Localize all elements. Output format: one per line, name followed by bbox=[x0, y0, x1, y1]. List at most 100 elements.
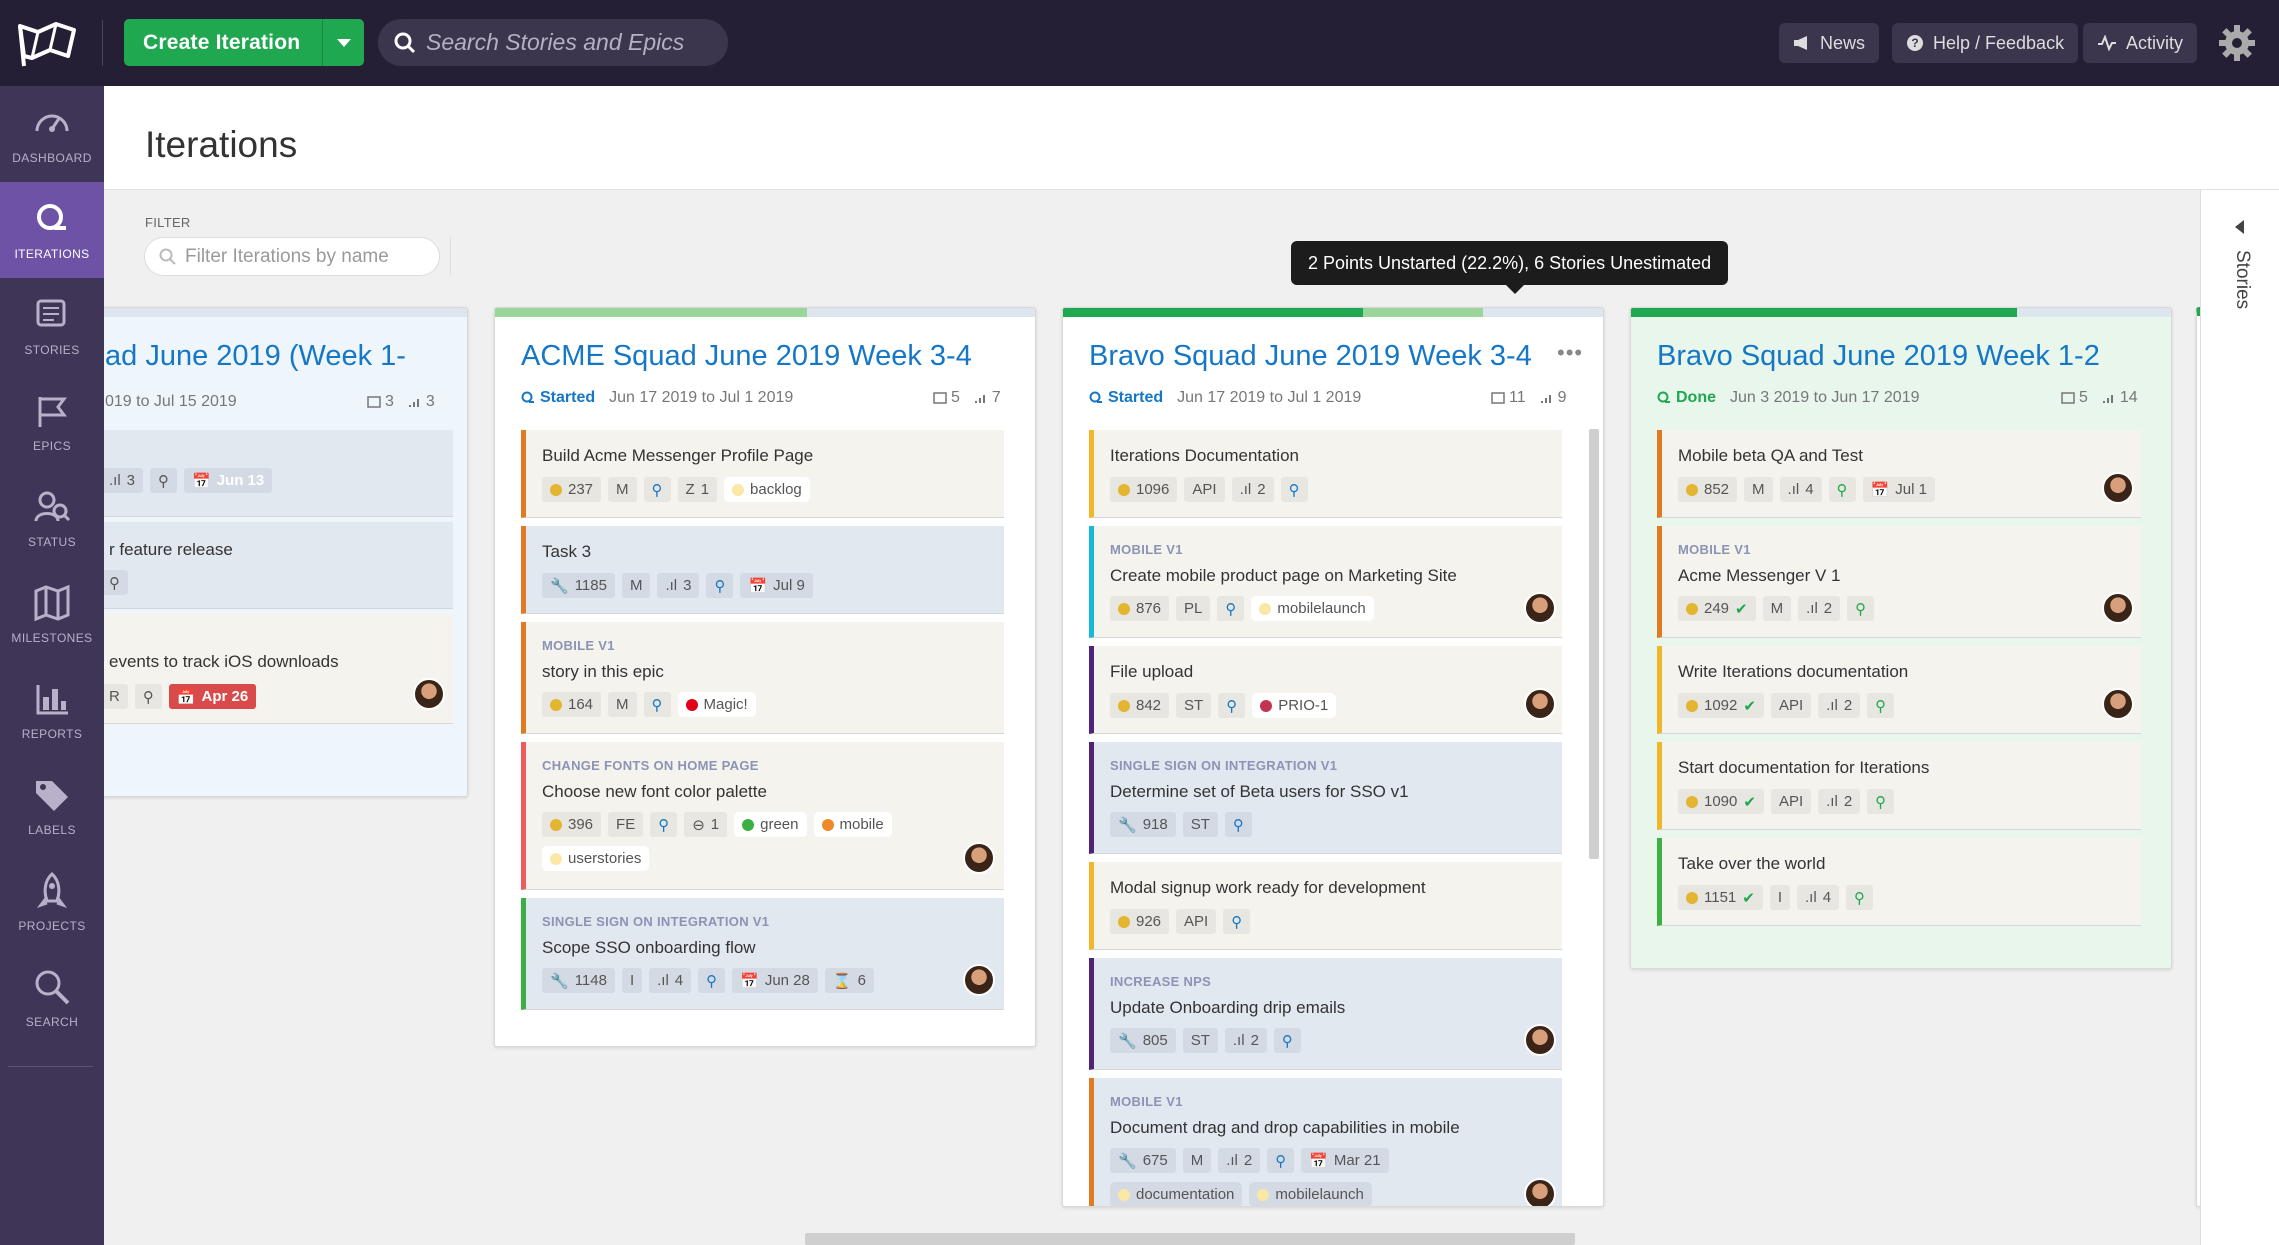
progress-bar bbox=[104, 308, 467, 317]
epic-name[interactable]: SINGLE SIGN ON INTEGRATION V1 bbox=[1110, 758, 1337, 773]
label-text: backlog bbox=[750, 481, 802, 498]
sidebar-item-labels[interactable]: LABELS bbox=[0, 758, 104, 854]
story-card[interactable]: Task 3 🔧 1185 M .ıl 3 ⚲ 📅 Jul 9 bbox=[521, 526, 1004, 614]
sidebar-item-milestones[interactable]: MILESTONES bbox=[0, 566, 104, 662]
search-input[interactable] bbox=[426, 29, 706, 56]
story-card[interactable]: MOBILE V1 story in this epic 164 M ⚲ Mag… bbox=[521, 622, 1004, 734]
story-id-tag: 926 bbox=[1110, 909, 1170, 934]
epic-name[interactable]: MOBILE V1 bbox=[542, 638, 615, 653]
epic-name[interactable]: SINGLE SIGN ON INTEGRATION V1 bbox=[542, 914, 769, 929]
label-tag[interactable]: PRIO-1 bbox=[1252, 693, 1337, 718]
label-tag[interactable]: userstories bbox=[542, 846, 650, 871]
story-card[interactable]: r feature release ⚲ bbox=[104, 522, 453, 609]
story-card[interactable]: File upload 842 ST ⚲ PRIO-1 bbox=[1089, 646, 1562, 734]
avatar[interactable] bbox=[2102, 688, 2134, 720]
sidebar-item-status[interactable]: STATUS bbox=[0, 470, 104, 566]
create-iteration-button[interactable]: Create Iteration bbox=[124, 19, 365, 66]
story-id: 1090 bbox=[1704, 793, 1738, 810]
sidebar-item-reports[interactable]: REPORTS bbox=[0, 662, 104, 758]
app-logo-icon[interactable] bbox=[16, 20, 78, 70]
iteration-column[interactable]: ACME Squad June 2019 Week 3-4 Started Ju… bbox=[494, 307, 1036, 1047]
avatar[interactable] bbox=[1524, 688, 1556, 720]
iteration-title[interactable]: ad June 2019 (Week 1- bbox=[105, 340, 406, 373]
iteration-counts: 3 3 bbox=[367, 393, 435, 411]
reports-icon bbox=[36, 685, 68, 715]
label-tag[interactable]: Magic! bbox=[677, 692, 756, 717]
story-card[interactable]: MOBILE V1 Acme Messenger V 1 249 ✔ M .ıl … bbox=[1657, 526, 2141, 638]
done-check-icon: ✔ bbox=[1743, 697, 1756, 715]
news-button[interactable]: News bbox=[1779, 23, 1880, 63]
story-card[interactable]: MOBILE V1 Document drag and drop capabil… bbox=[1089, 1078, 1562, 1206]
board-horizontal-scrollbar[interactable] bbox=[805, 1233, 1575, 1245]
story-id-tag: 249 ✔ bbox=[1678, 596, 1756, 621]
label-tag[interactable]: backlog bbox=[724, 477, 810, 502]
avatar[interactable] bbox=[1524, 1024, 1556, 1056]
label-tag[interactable]: green bbox=[734, 812, 807, 837]
story-card[interactable]: Iterations Documentation 1096 API .ıl 2 … bbox=[1089, 430, 1562, 518]
story-card[interactable]: .ıl 3 ⚲ 📅 Jun 13 bbox=[104, 430, 453, 517]
story-card[interactable]: INCREASE NPS Update Onboarding drip emai… bbox=[1089, 958, 1562, 1070]
epic-name[interactable]: MOBILE V1 bbox=[1678, 542, 1751, 557]
epic-name[interactable]: INCREASE NPS bbox=[1110, 974, 1211, 989]
sidebar-item-search[interactable]: SEARCH bbox=[0, 950, 104, 1046]
chevron-down-icon bbox=[336, 38, 351, 47]
feature-dot-icon bbox=[1686, 699, 1698, 712]
epic-name[interactable]: MOBILE V1 bbox=[1110, 542, 1183, 557]
label-tag[interactable]: mobilelaunch bbox=[1251, 596, 1374, 621]
team-tag: M bbox=[608, 692, 637, 717]
activity-button[interactable]: Activity bbox=[2083, 23, 2198, 63]
avatar[interactable] bbox=[2102, 592, 2134, 624]
avatar[interactable] bbox=[1524, 1178, 1556, 1206]
settings-gear-icon[interactable] bbox=[2218, 24, 2256, 62]
team-tag: ST bbox=[1182, 812, 1218, 837]
label-tag[interactable]: documentation bbox=[1110, 1182, 1243, 1206]
story-count-value: 5 bbox=[951, 389, 960, 406]
avatar[interactable] bbox=[963, 842, 995, 874]
iteration-title[interactable]: Bravo Squad June 2019 Week 1-2 bbox=[1657, 340, 2100, 373]
iteration-column[interactable]: Bravo Squad June 2019 Week 1-2 Done Jun … bbox=[1630, 307, 2172, 969]
iteration-column[interactable]: Bravo Squad June 2019 Week 3-4 ••• Start… bbox=[1062, 307, 1604, 1207]
story-card[interactable]: Write Iterations documentation 1092 ✔ API… bbox=[1657, 646, 2141, 734]
iteration-title[interactable]: Bravo Squad June 2019 Week 3-4 bbox=[1089, 340, 1532, 373]
story-card[interactable]: Modal signup work ready for development … bbox=[1089, 862, 1562, 950]
story-card[interactable]: SINGLE SIGN ON INTEGRATION V1 Determine … bbox=[1089, 742, 1562, 854]
label-tag[interactable]: mobile bbox=[813, 812, 892, 837]
iterations-icon bbox=[1657, 391, 1670, 403]
stories-side-panel[interactable]: Stories bbox=[2200, 190, 2279, 1245]
sidebar-item-dashboard[interactable]: DASHBOARD bbox=[0, 86, 104, 182]
story-card[interactable]: Start documentation for Iterations 1090 ✔… bbox=[1657, 742, 2141, 830]
avatar[interactable] bbox=[963, 964, 995, 996]
story-card[interactable]: Take over the world 1151 ✔ I .ıl 4 ⚲ bbox=[1657, 838, 2141, 926]
sidebar-item-iterations[interactable]: ITERATIONS bbox=[0, 182, 104, 278]
epic-name[interactable]: CHANGE FONTS ON HOME PAGE bbox=[542, 758, 759, 773]
estimate-value: 4 bbox=[674, 972, 684, 989]
create-dropdown-toggle[interactable] bbox=[322, 19, 364, 66]
story-card[interactable]: SINGLE SIGN ON INTEGRATION V1 Scope SSO … bbox=[521, 898, 1004, 1010]
card-tags: 249 ✔ M .ıl 2 ⚲ bbox=[1678, 596, 1875, 621]
stories-panel-label[interactable]: Stories bbox=[2231, 250, 2253, 309]
progress-started bbox=[1363, 308, 1483, 317]
epic-name[interactable]: MOBILE V1 bbox=[1110, 1094, 1183, 1109]
sidebar-item-stories[interactable]: STORIES bbox=[0, 278, 104, 374]
iteration-column[interactable]: ad June 2019 (Week 1- 019 to Jul 15 2019… bbox=[104, 307, 468, 797]
expand-panel-icon[interactable] bbox=[2235, 220, 2244, 234]
avatar[interactable] bbox=[1524, 592, 1556, 624]
avatar[interactable] bbox=[2102, 472, 2134, 504]
projects-icon bbox=[36, 872, 68, 908]
column-scrollbar[interactable] bbox=[1589, 429, 1599, 859]
story-card[interactable]: CHANGE FONTS ON HOME PAGE Choose new fon… bbox=[521, 742, 1004, 890]
sidebar-item-projects[interactable]: PROJECTS bbox=[0, 854, 104, 950]
story-card[interactable]: MOBILE V1 Create mobile product page on … bbox=[1089, 526, 1562, 638]
iteration-title[interactable]: ACME Squad June 2019 Week 3-4 bbox=[521, 340, 972, 373]
story-card[interactable]: Mobile beta QA and Test 852 M .ıl 4 ⚲ 📅 … bbox=[1657, 430, 2141, 518]
estimate-value: 2 bbox=[1243, 1152, 1253, 1169]
create-iteration-label[interactable]: Create Iteration bbox=[124, 19, 322, 66]
label-tag[interactable]: mobilelaunch bbox=[1249, 1182, 1372, 1206]
avatar[interactable] bbox=[413, 678, 445, 710]
help-feedback-button[interactable]: ? Help / Feedback bbox=[1892, 23, 2079, 63]
global-search[interactable] bbox=[378, 19, 728, 66]
sidebar-item-epics[interactable]: EPICS bbox=[0, 374, 104, 470]
more-options-icon[interactable]: ••• bbox=[1557, 340, 1583, 366]
story-card[interactable]: Build Acme Messenger Profile Page 237 M … bbox=[521, 430, 1004, 518]
story-card[interactable]: events to track iOS downloads R ⚲ 📅 Apr … bbox=[104, 614, 453, 724]
